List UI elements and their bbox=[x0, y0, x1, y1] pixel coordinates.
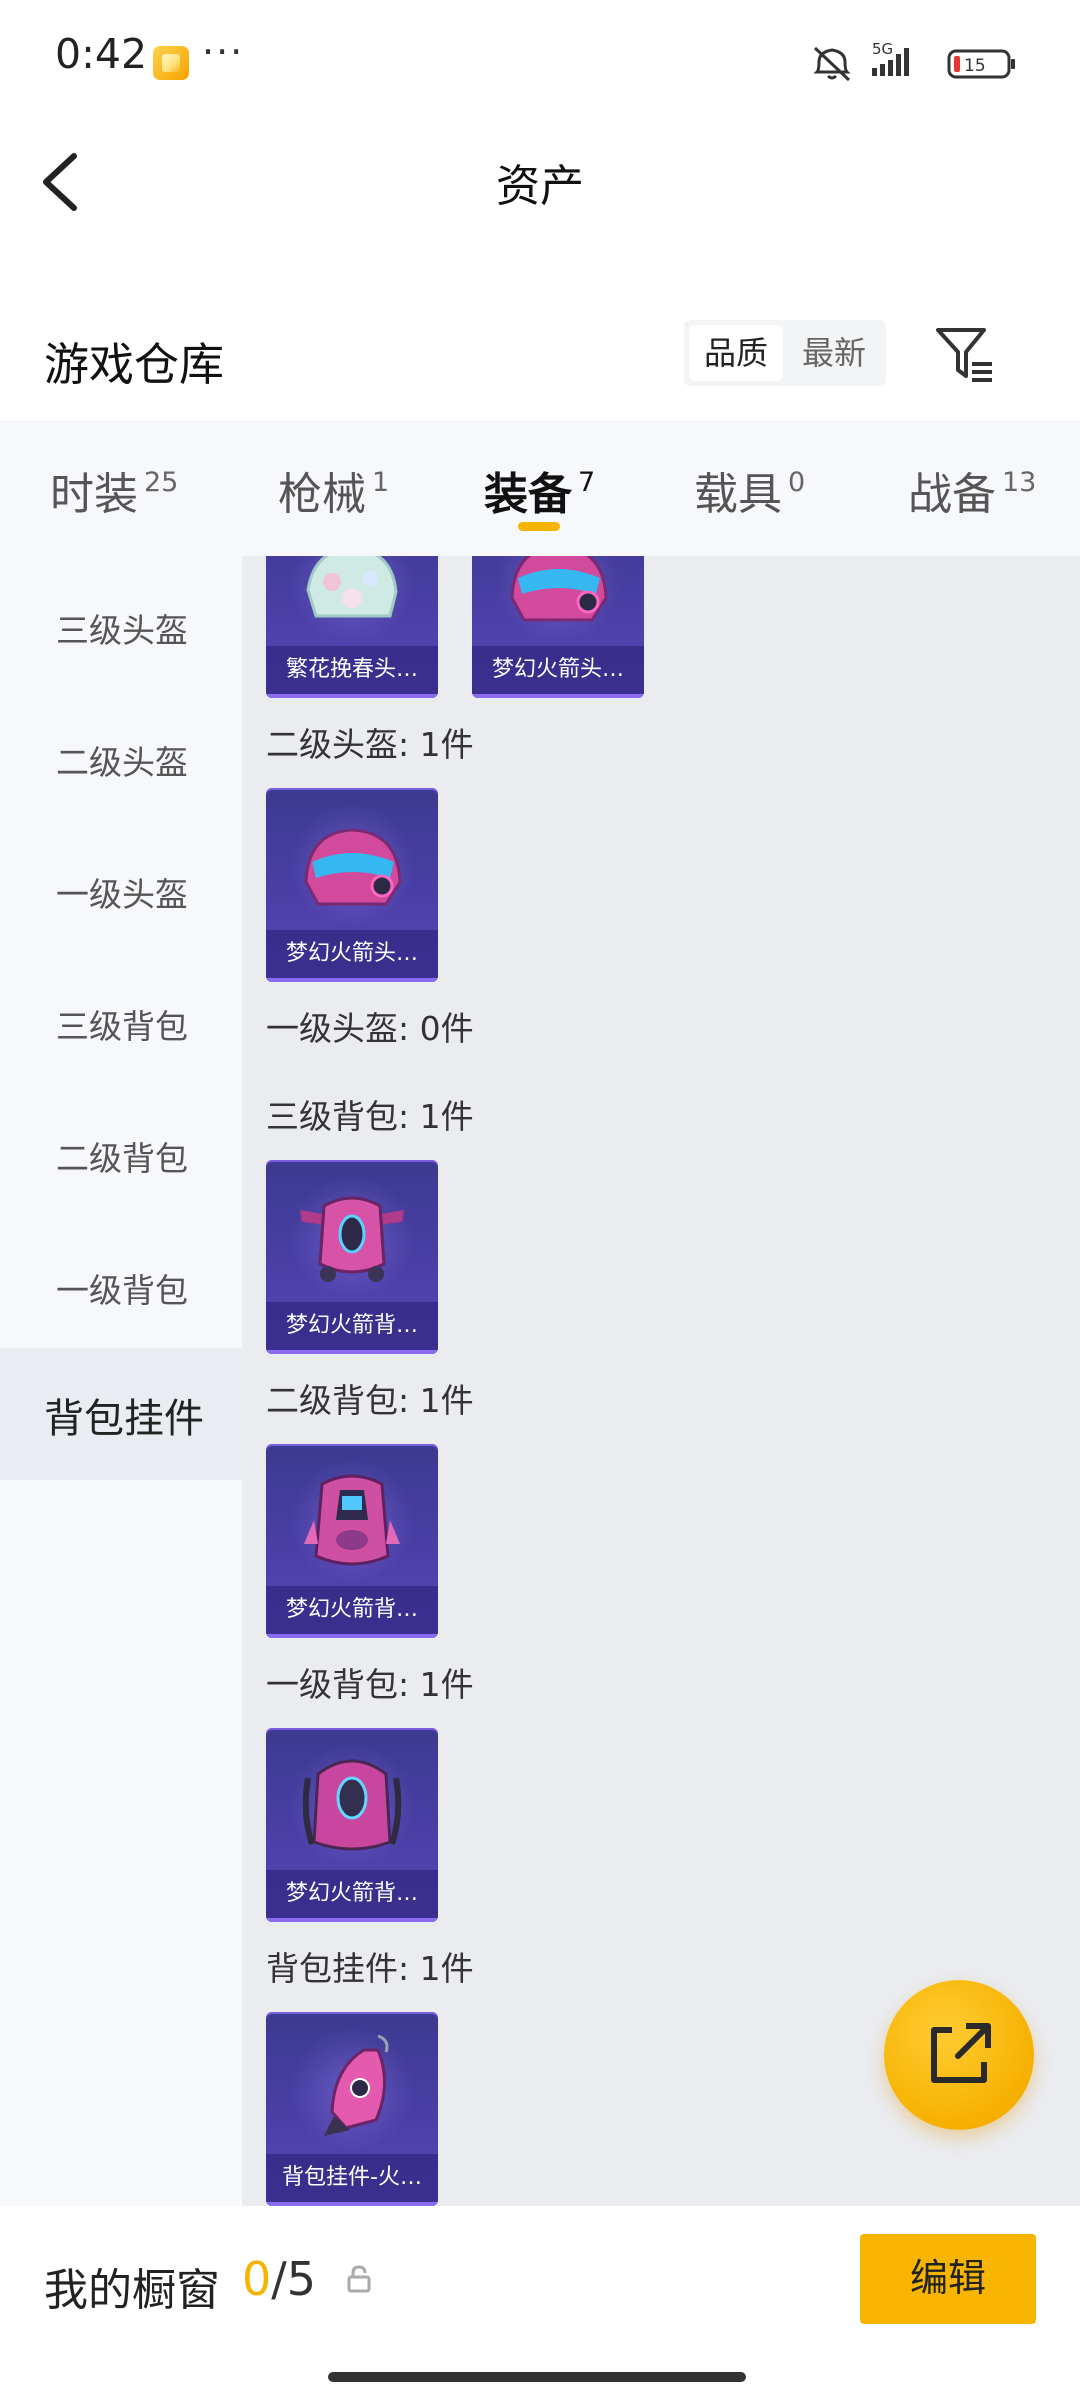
home-indicator[interactable] bbox=[328, 2372, 746, 2382]
showcase-label: 我的橱窗 bbox=[44, 2265, 220, 2316]
section-label: 背包挂件: 1件 bbox=[266, 1949, 474, 1988]
section-label: 二级头盔: 1件 bbox=[266, 725, 474, 764]
sidebar-item-backpack-pendant[interactable]: 背包挂件 bbox=[0, 1348, 242, 1480]
network-label: 5G bbox=[872, 40, 893, 58]
tab-vehicles[interactable]: 载具 0 bbox=[694, 458, 806, 520]
item-name: 梦幻火箭背… bbox=[266, 1870, 438, 1918]
warehouse-title: 游戏仓库 bbox=[44, 338, 225, 391]
battery-icon: 15 bbox=[947, 49, 1015, 79]
item-name: 梦幻火箭头… bbox=[472, 646, 644, 694]
item-card[interactable]: 繁花挽春头… bbox=[266, 556, 438, 698]
sort-newest-option[interactable]: 最新 bbox=[787, 325, 881, 381]
tab-count: 1 bbox=[372, 467, 390, 498]
sort-quality-option[interactable]: 品质 bbox=[689, 325, 783, 381]
rocket-backpack-icon bbox=[302, 1759, 402, 1851]
sidebar-item-level1-helmet[interactable]: 一级头盔 bbox=[0, 868, 242, 916]
sidebar-item-level2-backpack[interactable]: 二级背包 bbox=[0, 1132, 242, 1180]
signal-5g-icon: 5G bbox=[872, 40, 909, 76]
item-name: 繁花挽春头… bbox=[266, 646, 438, 694]
battery-level: 15 bbox=[964, 56, 986, 76]
section-label: 二级背包: 1件 bbox=[266, 1381, 474, 1420]
sidebar-item-level2-helmet[interactable]: 二级头盔 bbox=[0, 736, 242, 784]
rocket-backpack-icon bbox=[300, 1196, 404, 1282]
item-name: 背包挂件-火… bbox=[266, 2154, 438, 2202]
sidebar-item-level3-helmet[interactable]: 三级头盔 bbox=[0, 604, 242, 652]
tab-equipment[interactable]: 装备 7 bbox=[484, 458, 596, 520]
section-label: 一级背包: 1件 bbox=[266, 1665, 474, 1704]
filter-button[interactable] bbox=[930, 320, 1000, 386]
item-card[interactable]: 梦幻火箭头… bbox=[266, 788, 438, 982]
item-card[interactable]: 梦幻火箭背… bbox=[266, 1728, 438, 1922]
item-name: 梦幻火箭头… bbox=[266, 930, 438, 978]
tab-count: 0 bbox=[788, 467, 806, 498]
tab-firearms[interactable]: 枪械 1 bbox=[278, 458, 390, 520]
tab-fashion[interactable]: 时装 25 bbox=[50, 458, 179, 520]
item-card[interactable]: 梦幻火箭头… bbox=[472, 556, 644, 698]
tab-count: 25 bbox=[144, 467, 179, 498]
more-notifications-icon: ··· bbox=[202, 30, 245, 74]
sidebar-item-label: 背包挂件 bbox=[44, 1396, 204, 1442]
item-name: 梦幻火箭背… bbox=[266, 1586, 438, 1634]
item-card[interactable]: 梦幻火箭背… bbox=[266, 1444, 438, 1638]
tab-label: 载具 bbox=[694, 469, 782, 520]
rocket-helmet-icon bbox=[510, 556, 608, 622]
rocket-pendant-icon bbox=[324, 2034, 389, 2136]
item-list: 繁花挽春头… 梦幻火箭头… 二级头盔: 1件 梦幻火箭头… 一级头盔: 0件 三… bbox=[242, 556, 1080, 2206]
tab-count: 13 bbox=[1002, 467, 1037, 498]
mute-icon bbox=[813, 46, 851, 82]
edit-button[interactable]: 编辑 bbox=[860, 2234, 1036, 2324]
category-tab-bar: 时装 25 枪械 1 装备 7 载具 0 战备 13 bbox=[0, 420, 1080, 556]
showcase-current-count: 0 bbox=[242, 2252, 272, 2306]
sort-toggle: 品质 最新 bbox=[684, 320, 886, 386]
rocket-backpack-icon bbox=[304, 1474, 400, 1566]
tab-label: 枪械 bbox=[278, 469, 366, 520]
rocket-helmet-icon bbox=[304, 828, 402, 906]
showcase-total-count: /5 bbox=[271, 2252, 317, 2306]
active-tab-indicator bbox=[518, 522, 560, 531]
filter-icon bbox=[936, 328, 992, 382]
sidebar-item-level3-backpack[interactable]: 三级背包 bbox=[0, 1000, 242, 1048]
flower-helmet-icon bbox=[306, 556, 398, 618]
item-card[interactable]: 梦幻火箭背… bbox=[266, 1160, 438, 1354]
lock-icon bbox=[347, 2265, 371, 2293]
app-notification-icon bbox=[153, 46, 189, 80]
tab-label: 时装 bbox=[50, 469, 138, 520]
tab-count: 7 bbox=[578, 467, 596, 498]
tab-label: 战备 bbox=[908, 469, 996, 520]
item-card[interactable]: 背包挂件-火… bbox=[266, 2012, 438, 2206]
showcase-count: 0/5 bbox=[242, 2252, 316, 2306]
tab-supplies[interactable]: 战备 13 bbox=[908, 458, 1037, 520]
tab-label: 装备 bbox=[484, 469, 572, 520]
page-title: 资产 bbox=[496, 161, 584, 212]
section-label: 一级头盔: 0件 bbox=[266, 1009, 474, 1048]
share-button[interactable] bbox=[884, 1980, 1034, 2130]
sidebar-item-level1-backpack[interactable]: 一级背包 bbox=[0, 1264, 242, 1312]
share-icon bbox=[931, 2023, 991, 2083]
status-time: 0:42 bbox=[55, 30, 148, 78]
item-name: 梦幻火箭背… bbox=[266, 1302, 438, 1350]
section-label: 三级背包: 1件 bbox=[266, 1097, 474, 1136]
